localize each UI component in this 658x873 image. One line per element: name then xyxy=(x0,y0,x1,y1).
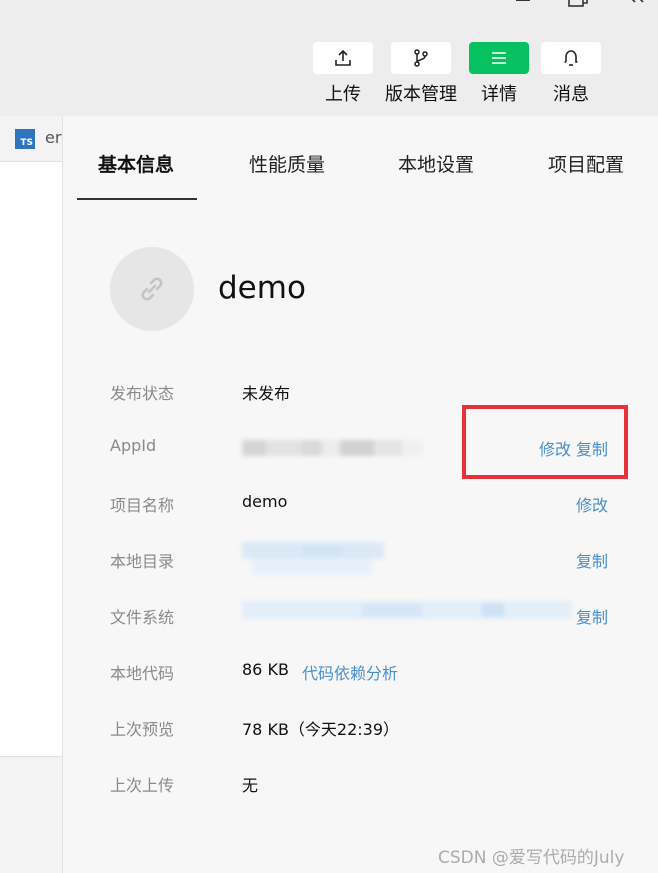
upload-button[interactable]: 上传 xyxy=(313,42,373,106)
publish-status-value: 未发布 xyxy=(242,384,291,403)
upload-icon xyxy=(335,49,351,66)
file-system-copy-link[interactable]: 复制 xyxy=(576,604,608,628)
project-name-edit-link[interactable]: 修改 xyxy=(576,492,608,516)
upload-button-face[interactable] xyxy=(313,42,373,74)
publish-status-label: 发布状态 xyxy=(110,384,175,403)
tab-local-settings[interactable]: 本地设置 xyxy=(398,150,474,177)
dependency-analysis-link[interactable]: 代码依赖分析 xyxy=(302,660,398,684)
project-avatar xyxy=(110,247,194,331)
link-icon xyxy=(141,277,163,301)
local-dir-copy-link[interactable]: 复制 xyxy=(576,548,608,572)
editor-tab-filename: er xyxy=(45,128,62,147)
version-button[interactable]: 版本管理 xyxy=(385,42,457,106)
branch-icon xyxy=(414,49,428,67)
details-tabs: 基本信息 性能质量 本地设置 项目配置 xyxy=(63,116,658,200)
menu-icon xyxy=(492,52,506,64)
local-dir-value-redacted xyxy=(242,540,384,578)
messages-button[interactable]: 消息 xyxy=(541,42,601,106)
tab-project-config[interactable]: 项目配置 xyxy=(548,150,624,177)
last-upload-label: 上次上传 xyxy=(110,776,175,795)
window-titlebar xyxy=(0,0,658,20)
editor-tab[interactable]: TS er xyxy=(0,116,62,162)
messages-button-face[interactable] xyxy=(541,42,601,74)
active-tab-indicator xyxy=(77,198,197,200)
upload-label: 上传 xyxy=(325,84,361,105)
bell-icon xyxy=(564,50,578,66)
project-name-value: demo xyxy=(242,492,288,511)
tab-basic-info[interactable]: 基本信息 xyxy=(98,150,174,177)
editor-bottom-panel xyxy=(0,756,62,873)
details-button[interactable]: 详情 xyxy=(469,42,529,106)
last-upload-value: 无 xyxy=(242,776,259,795)
restore-icon[interactable] xyxy=(567,0,589,10)
details-panel: 基本信息 性能质量 本地设置 项目配置 demo 发布状态 未发布 AppId … xyxy=(62,116,658,873)
version-button-face[interactable] xyxy=(391,42,451,74)
last-preview-label: 上次预览 xyxy=(110,720,175,739)
tab-performance[interactable]: 性能质量 xyxy=(249,150,325,177)
watermark: CSDN @爱写代码的July xyxy=(438,848,625,868)
details-button-face[interactable] xyxy=(469,42,529,74)
messages-label: 消息 xyxy=(553,84,589,105)
local-code-value: 86 KB xyxy=(242,660,289,679)
close-icon[interactable] xyxy=(624,0,644,10)
project-name-label: 项目名称 xyxy=(110,496,175,515)
minimize-icon[interactable] xyxy=(516,0,530,3)
highlight-annotation xyxy=(462,405,628,479)
top-toolbar: 上传 版本管理 详情 消息 xyxy=(0,20,658,116)
last-preview-value: 78 KB（今天22:39） xyxy=(242,720,400,739)
appid-value-redacted xyxy=(242,438,422,458)
version-label: 版本管理 xyxy=(385,84,457,105)
file-system-value-redacted xyxy=(242,598,572,622)
project-name-title: demo xyxy=(218,270,306,306)
local-dir-label: 本地目录 xyxy=(110,552,175,571)
editor-pane: TS er xyxy=(0,116,62,873)
file-system-label: 文件系统 xyxy=(110,608,175,627)
appid-label: AppId xyxy=(110,436,157,455)
local-code-label: 本地代码 xyxy=(110,664,175,683)
typescript-file-icon: TS xyxy=(15,129,35,149)
